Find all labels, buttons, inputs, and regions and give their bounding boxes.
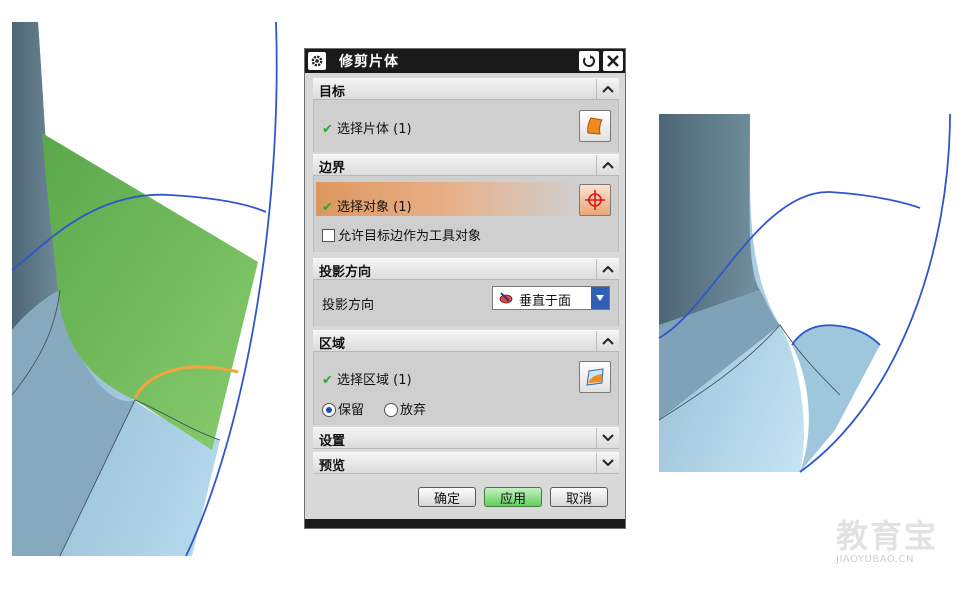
close-icon[interactable] [603,51,623,71]
dialog-titlebar[interactable]: 修剪片体 [305,49,625,73]
cancel-button[interactable]: 取消 [550,487,608,507]
chevron-up-icon[interactable] [596,331,619,351]
select-region-row[interactable]: ✔ 选择区域 (1) [322,369,412,388]
right-surface-body [659,114,880,472]
dropdown-value: 垂直于面 [519,294,572,309]
section-header-label: 投影方向 [319,265,372,280]
sheet-body-icon [587,117,603,135]
right-3d-viewport[interactable] [650,100,969,492]
select-sheet-label: 选择片体 (1) [337,122,412,137]
checkmark-icon: ✔ [322,200,333,215]
radio-button[interactable] [322,403,336,417]
normal-to-face-icon [499,292,513,304]
select-object-row[interactable]: ✔ 选择对象 (1) [322,196,412,215]
section-header-settings[interactable]: 设置 [313,427,619,449]
watermark-logo: 教育宝 JIAOYUBAO.CN [836,518,951,572]
region-icon [586,368,604,386]
section-header-label: 目标 [319,85,346,100]
section-header-label: 设置 [319,434,346,449]
section-body-region: ✔ 选择区域 (1) 保留 放弃 [313,352,619,425]
select-sheet-button[interactable] [579,110,611,142]
allow-target-edge-label: 允许目标边作为工具对象 [338,229,482,244]
select-region-button[interactable] [579,361,611,393]
radio-keep[interactable]: 保留 [322,399,364,418]
chevron-up-icon[interactable] [596,79,619,99]
watermark-sub-text: JIAOYUBAO.CN [836,554,914,565]
watermark-main-text: 教育宝 [836,517,939,555]
projection-direction-dropdown[interactable]: 垂直于面 [492,286,610,310]
section-body-projection: 投影方向 垂直于面 [313,280,619,326]
dialog-title: 修剪片体 [339,54,399,70]
reset-icon[interactable] [579,51,599,71]
radio-discard-label: 放弃 [400,403,427,418]
section-header-boundary[interactable]: 边界 [313,154,619,176]
left-3d-viewport[interactable] [0,0,290,592]
apply-button[interactable]: 应用 [484,487,542,507]
projection-direction-label: 投影方向 [322,298,375,313]
select-object-button[interactable] [579,184,611,216]
radio-button[interactable] [384,403,398,417]
section-body-boundary: ✔ 选择对象 (1) 允许目标边作为工具对象 [313,176,619,252]
section-header-preview[interactable]: 预览 [313,452,619,474]
select-object-label: 选择对象 (1) [337,200,412,215]
gear-icon[interactable] [308,52,326,70]
section-header-target[interactable]: 目标 [313,78,619,100]
section-body-target: ✔ 选择片体 (1) [313,100,619,152]
chevron-up-icon[interactable] [596,155,619,175]
allow-target-edge-checkbox[interactable]: 允许目标边作为工具对象 [322,225,481,244]
radio-discard[interactable]: 放弃 [384,399,426,418]
crosshair-icon [585,190,605,210]
section-header-region[interactable]: 区域 [313,330,619,352]
chevron-down-icon[interactable] [596,453,619,473]
checkmark-icon: ✔ [322,373,333,388]
section-header-label: 边界 [319,161,346,176]
chevron-down-icon[interactable] [591,287,609,309]
dialog-bottom-bar [305,519,625,528]
chevron-down-icon[interactable] [596,428,619,448]
select-sheet-row[interactable]: ✔ 选择片体 (1) [322,118,412,137]
trim-sheet-dialog: 修剪片体 目标 ✔ 选择片体 (1) 边界 ✔ 选择对象 (1) 允许目标边作为… [304,48,626,529]
radio-keep-label: 保留 [338,403,365,418]
section-header-projection[interactable]: 投影方向 [313,258,619,280]
chevron-up-icon[interactable] [596,259,619,279]
select-region-label: 选择区域 (1) [337,373,412,388]
section-header-label: 预览 [319,459,346,474]
checkmark-icon: ✔ [322,122,333,137]
section-header-label: 区域 [319,337,346,352]
checkbox[interactable] [322,229,335,242]
ok-button[interactable]: 确定 [418,487,476,507]
